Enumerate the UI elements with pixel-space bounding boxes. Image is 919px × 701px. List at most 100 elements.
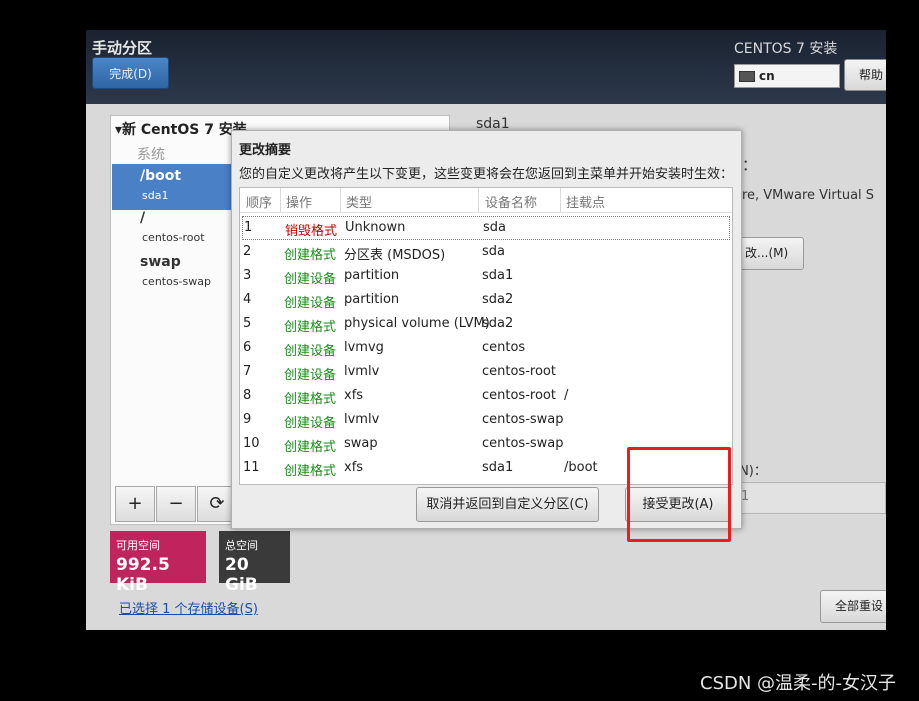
remove-mount-button[interactable]: −: [156, 486, 196, 522]
mount-name: /: [140, 210, 146, 226]
available-space-badge: 可用空间 992.5 KiB: [110, 531, 206, 595]
cell-action: 销毁格式: [285, 224, 338, 239]
cell-order: 8: [243, 388, 252, 403]
table-row[interactable]: 9 创建设备 lvmlv centos-swap: [240, 408, 732, 432]
column-device[interactable]: 设备名称: [485, 192, 537, 211]
cell-mount: /: [564, 388, 569, 403]
cell-device: sda2: [482, 292, 514, 307]
table-row[interactable]: 8 创建格式 xfs centos-root /: [240, 384, 732, 408]
cell-order: 11: [243, 460, 260, 475]
csdn-watermark: CSDN @温柔-的-女汉子: [700, 673, 897, 694]
cell-device: sda2: [482, 316, 514, 331]
cell-order: 5: [243, 316, 252, 331]
page-title: 手动分区: [92, 39, 153, 57]
cell-order: 10: [243, 436, 260, 451]
mount-name: swap: [140, 254, 181, 270]
table-row[interactable]: 2 创建格式 分区表 (MSDOS) sda: [240, 240, 732, 264]
cell-order: 7: [243, 364, 252, 379]
mount-name: /boot: [140, 168, 182, 184]
cell-device: centos-root: [482, 364, 556, 379]
keyboard-layout-label: cn: [759, 69, 775, 83]
header-bar: 手动分区 完成(D) CENTOS 7 安装 cn 帮助: [86, 30, 886, 104]
cell-order: 1: [244, 220, 253, 235]
product-title: CENTOS 7 安装: [734, 41, 838, 57]
cell-action: 创建设备: [284, 272, 337, 287]
cell-device: sda1: [482, 460, 514, 475]
cell-order: 6: [243, 340, 252, 355]
cell-type: partition: [344, 292, 400, 307]
cell-type: physical volume (LVM): [344, 316, 490, 331]
cell-type: 分区表 (MSDOS): [344, 248, 446, 263]
device-description: are, VMware Virtual S: [734, 188, 875, 203]
table-row[interactable]: 7 创建设备 lvmlv centos-root: [240, 360, 732, 384]
dialog-title: 更改摘要: [239, 143, 292, 158]
column-divider: [560, 188, 561, 212]
cell-order: 4: [243, 292, 252, 307]
table-row[interactable]: 4 创建设备 partition sda2: [240, 288, 732, 312]
mount-device: sda1: [142, 189, 169, 202]
changes-table: 顺序 操作 类型 设备名称 挂载点 1 销毁格式 Unknown sda 2 创建格式 分区…: [239, 187, 733, 485]
help-button[interactable]: 帮助: [844, 59, 886, 91]
mount-device: centos-swap: [142, 275, 211, 288]
dialog-description: 您的自定义更改将产生以下变更，这些变更将会在您返回到主菜单并开始安装时生效：: [239, 167, 734, 182]
cell-type: lvmvg: [344, 340, 384, 355]
cell-type: swap: [344, 436, 378, 451]
column-divider: [478, 188, 479, 212]
cell-device: centos-swap: [482, 412, 564, 427]
table-row[interactable]: 1 销毁格式 Unknown sda: [242, 216, 730, 240]
column-divider: [340, 188, 341, 212]
table-row[interactable]: 6 创建设备 lvmvg centos: [240, 336, 732, 360]
cell-action: 创建设备: [284, 296, 337, 311]
cell-action: 创建设备: [284, 416, 337, 431]
available-space-value: 992.5 KiB: [116, 555, 170, 595]
cell-action: 创建设备: [284, 344, 337, 359]
size-input[interactable]: 1: [726, 482, 886, 514]
table-row[interactable]: 3 创建设备 partition sda1: [240, 264, 732, 288]
cell-device: sda: [483, 220, 506, 235]
cell-device: centos: [482, 340, 526, 355]
cell-action: 创建格式: [284, 320, 337, 335]
column-mount[interactable]: 挂载点: [566, 192, 605, 211]
expander-triangle-icon: ▾: [115, 122, 123, 138]
cell-type: partition: [344, 268, 400, 283]
column-divider: [280, 188, 281, 212]
total-space-badge: 总空间 20 GiB: [219, 531, 290, 595]
done-button[interactable]: 完成(D): [92, 57, 169, 89]
cell-order: 3: [243, 268, 252, 283]
cell-mount: /boot: [564, 460, 598, 475]
device-colon: ：: [742, 156, 758, 174]
install-group-title: 新 CentOS 7 安装: [122, 122, 247, 138]
cell-device: centos-root: [482, 388, 556, 403]
install-group-header[interactable]: ▾新 CentOS 7 安装: [115, 119, 247, 139]
available-space-label: 可用空间: [116, 539, 160, 552]
cell-type: xfs: [344, 460, 364, 475]
cancel-return-button[interactable]: 取消并返回到自定义分区(C): [416, 487, 599, 522]
table-header: 顺序 操作 类型 设备名称 挂载点: [240, 188, 732, 213]
total-space-label: 总空间: [225, 539, 258, 552]
add-mount-button[interactable]: +: [115, 486, 155, 522]
total-space-value: 20 GiB: [225, 555, 258, 595]
keyboard-layout-indicator[interactable]: cn: [734, 64, 840, 88]
reset-all-button[interactable]: 全部重设: [820, 590, 886, 623]
cell-device: sda1: [482, 268, 514, 283]
table-row[interactable]: 5 创建格式 physical volume (LVM) sda2: [240, 312, 732, 336]
column-order[interactable]: 顺序: [246, 192, 272, 211]
cell-action: 创建格式: [284, 392, 337, 407]
cell-action: 创建格式: [284, 464, 337, 479]
cell-type: xfs: [344, 388, 364, 403]
mount-device: centos-root: [142, 231, 205, 244]
column-action[interactable]: 操作: [286, 192, 312, 211]
cell-type: Unknown: [345, 220, 406, 235]
keyboard-icon: [739, 71, 755, 82]
cell-action: 创建格式: [284, 440, 337, 455]
column-type[interactable]: 类型: [346, 192, 372, 211]
cell-action: 创建格式: [284, 248, 337, 263]
selected-devices-link[interactable]: 已选择 1 个存储设备(S): [119, 598, 258, 617]
cell-order: 9: [243, 412, 252, 427]
cell-device: centos-swap: [482, 436, 564, 451]
cell-type: lvmlv: [344, 364, 380, 379]
system-label: 系统: [137, 147, 165, 163]
red-highlight-box: [627, 447, 731, 542]
cell-action: 创建设备: [284, 368, 337, 383]
cell-type: lvmlv: [344, 412, 380, 427]
